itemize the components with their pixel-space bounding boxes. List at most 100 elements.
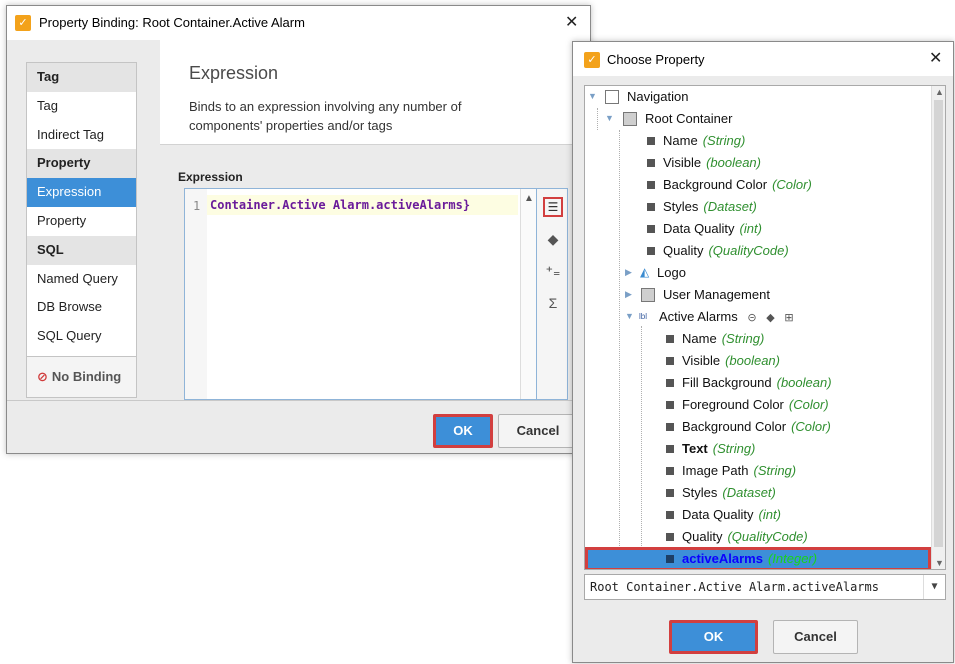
property-path-value: Root Container.Active Alarm.activeAlarms xyxy=(590,580,879,594)
property-icon xyxy=(666,533,674,541)
chevron-down-icon[interactable]: ▼ xyxy=(923,575,945,599)
scroll-down-icon[interactable]: ▼ xyxy=(935,558,944,568)
tree-leaf[interactable]: Visible (boolean) xyxy=(585,350,931,372)
tree-node[interactable]: ▼ lbl Active Alarms ⊝ ◆ ⊞ xyxy=(585,306,931,328)
tree-leaf[interactable]: Background Color (Color) xyxy=(585,416,931,438)
binding-type-property[interactable]: Property xyxy=(27,207,136,236)
tree-leaf[interactable]: Styles (Dataset) xyxy=(585,196,931,218)
dialog-body: Tag Tag Indirect Tag Property Expression… xyxy=(7,40,590,400)
dialog-title: Choose Property xyxy=(607,52,705,67)
property-path-field[interactable]: Root Container.Active Alarm.activeAlarms… xyxy=(584,574,946,600)
tree-leaf[interactable]: Quality (QualityCode) xyxy=(585,240,931,262)
no-binding-icon: ⊘ xyxy=(37,369,48,384)
property-picker-icon[interactable]: ☰ xyxy=(543,197,563,217)
category-property: Property xyxy=(27,149,136,179)
label-component-icon: lbl xyxy=(639,312,648,321)
dialog-footer: OK Cancel xyxy=(7,400,590,453)
tree-leaf[interactable]: Styles (Dataset) xyxy=(585,482,931,504)
property-icon xyxy=(647,247,655,255)
dialog-body: ▼ Navigation ▼ Root Container Name (Strin… xyxy=(573,76,953,662)
custom-property-icon: ⊞ xyxy=(784,312,794,324)
property-icon xyxy=(666,555,674,563)
ok-button[interactable]: OK xyxy=(669,620,758,654)
tree-node[interactable]: ▼ Navigation xyxy=(585,86,931,108)
binding-description: Binds to an expression involving any num… xyxy=(189,99,462,133)
link-icon: ⊝ xyxy=(747,312,757,324)
tree-scrollbar[interactable]: ▲ ▼ xyxy=(931,86,945,569)
choose-property-dialog: ✓ Choose Property ✕ ▼ Navigation ▼ Root … xyxy=(572,41,954,663)
property-icon xyxy=(647,181,655,189)
category-sql: SQL xyxy=(27,235,136,265)
binding-type-tag[interactable]: Tag xyxy=(27,92,136,121)
tree-node[interactable]: ▶ User Management xyxy=(585,284,931,306)
ok-button[interactable]: OK xyxy=(433,414,493,448)
line-number: 1 xyxy=(193,199,201,213)
tag-icon[interactable]: ◆ xyxy=(543,229,563,249)
tree-leaf[interactable]: Data Quality (int) xyxy=(585,504,931,526)
expression-label: Expression xyxy=(178,170,243,184)
binding-type-named-query[interactable]: Named Query xyxy=(27,265,136,294)
tree-leaf[interactable]: Quality (QualityCode) xyxy=(585,526,931,548)
line-gutter xyxy=(185,189,207,399)
expand-arrow-icon[interactable]: ▼ xyxy=(625,306,634,328)
cancel-button[interactable]: Cancel xyxy=(773,620,858,654)
binding-type-db-browse[interactable]: DB Browse xyxy=(27,293,136,322)
window-icon xyxy=(605,90,619,104)
expression-toolbar: ☰ ◆ ⁺₌ Σ xyxy=(537,188,568,400)
binding-type-list: Tag Tag Indirect Tag Property Expression… xyxy=(26,62,137,380)
tree-leaf[interactable]: Name (String) xyxy=(585,130,931,152)
tree-leaf[interactable]: Foreground Color (Color) xyxy=(585,394,931,416)
title-bar: ✓ Choose Property ✕ xyxy=(573,42,953,76)
tree-leaf[interactable]: Visible (boolean) xyxy=(585,152,931,174)
scroll-thumb[interactable] xyxy=(934,100,943,547)
tree-leaf[interactable]: Data Quality (int) xyxy=(585,218,931,240)
binding-type-sql-query[interactable]: SQL Query xyxy=(27,322,136,351)
property-icon xyxy=(666,467,674,475)
tree-node[interactable]: ▶ ◭ Logo xyxy=(585,262,931,284)
tree-leaf[interactable]: Fill Background (boolean) xyxy=(585,372,931,394)
property-icon xyxy=(647,225,655,233)
expand-arrow-icon[interactable]: ▼ xyxy=(605,108,614,130)
property-icon xyxy=(666,423,674,431)
property-icon xyxy=(666,445,674,453)
property-icon xyxy=(666,511,674,519)
scroll-up-icon[interactable]: ▲ xyxy=(524,193,534,204)
operator-icon[interactable]: ⁺₌ xyxy=(543,261,563,281)
property-icon xyxy=(666,379,674,387)
ignition-logo-icon: ✓ xyxy=(15,15,31,31)
title-bar: ✓ Property Binding: Root Container.Activ… xyxy=(7,6,590,40)
binding-type-indirect-tag[interactable]: Indirect Tag xyxy=(27,121,136,150)
tree-leaf-selected[interactable]: activeAlarms (Integer) xyxy=(585,547,931,569)
expression-editor[interactable]: 1 Container.Active Alarm.activeAlarms} ▲ xyxy=(184,188,537,400)
scroll-up-icon[interactable]: ▲ xyxy=(935,87,944,97)
binding-type-expression[interactable]: Expression xyxy=(27,178,136,207)
property-tree[interactable]: ▼ Navigation ▼ Root Container Name (Strin… xyxy=(584,85,946,570)
tag-icon: ◆ xyxy=(766,312,775,324)
no-binding-label: No Binding xyxy=(51,369,122,384)
property-icon xyxy=(666,489,674,497)
tree-leaf[interactable]: Background Color (Color) xyxy=(585,174,931,196)
property-icon xyxy=(666,401,674,409)
editor-scrollbar[interactable]: ▲ xyxy=(520,189,536,399)
category-tag: Tag xyxy=(27,63,136,92)
tree-node[interactable]: ▼ Root Container xyxy=(585,108,931,130)
image-icon: ◭ xyxy=(640,265,650,279)
property-icon xyxy=(666,335,674,343)
collapsed-arrow-icon[interactable]: ▶ xyxy=(625,262,632,284)
collapsed-arrow-icon[interactable]: ▶ xyxy=(625,284,632,306)
tree-leaf[interactable]: Image Path (String) xyxy=(585,460,931,482)
close-icon[interactable]: ✕ xyxy=(565,12,578,32)
dialog-title: Property Binding: Root Container.Active … xyxy=(39,15,305,30)
tree-leaf[interactable]: Text (String) xyxy=(585,438,931,460)
no-binding-button[interactable]: ⊘ No Binding xyxy=(26,356,137,398)
property-icon xyxy=(647,159,655,167)
property-binding-dialog: ✓ Property Binding: Root Container.Activ… xyxy=(6,5,591,454)
cancel-button[interactable]: Cancel xyxy=(498,414,578,448)
tree-leaf[interactable]: Name (String) xyxy=(585,328,931,350)
function-sigma-icon[interactable]: Σ xyxy=(543,293,563,313)
property-icon xyxy=(647,203,655,211)
binding-heading: Expression xyxy=(189,63,279,83)
close-icon[interactable]: ✕ xyxy=(929,48,942,68)
expand-arrow-icon[interactable]: ▼ xyxy=(588,86,597,108)
expression-code[interactable]: Container.Active Alarm.activeAlarms} xyxy=(210,198,470,212)
